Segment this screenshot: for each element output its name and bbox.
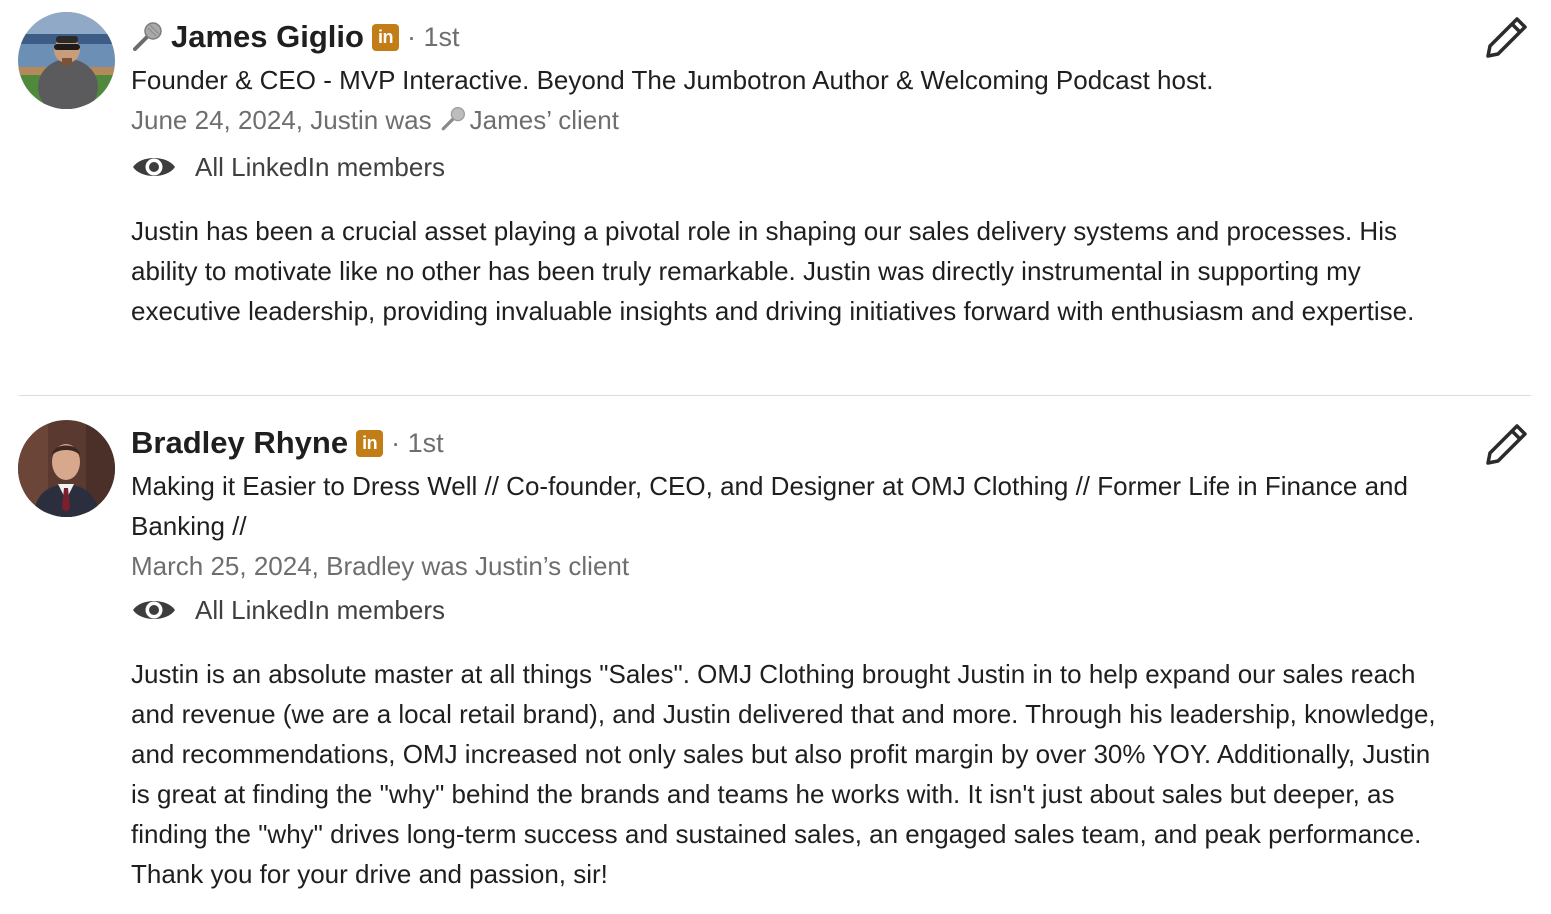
visibility-label: All LinkedIn members — [195, 594, 445, 625]
recommender-name[interactable]: Bradley Rhyne — [131, 425, 348, 461]
edit-button[interactable] — [1485, 422, 1529, 466]
recommender-name[interactable]: James Giglio — [171, 19, 364, 55]
relationship-line: June 24, 2024, Justin was James’ client — [131, 100, 1456, 143]
relationship-suffix: James’ client — [469, 105, 619, 135]
eye-icon — [131, 595, 177, 625]
linkedin-icon: in — [356, 429, 384, 457]
relationship-prefix: June 24, 2024, Justin was — [131, 105, 432, 135]
recommendation-content: Bradley Rhyne in · 1st Making it Easier … — [131, 420, 1456, 894]
microphone-icon — [131, 21, 163, 53]
avatar-image — [18, 420, 115, 517]
avatar-image — [18, 12, 115, 109]
connection-degree: · 1st — [391, 427, 444, 458]
recommender-headline: Making it Easier to Dress Well // Co-fou… — [131, 471, 1408, 541]
name-row: Bradley Rhyne in · 1st — [131, 420, 1456, 466]
visibility-row: All LinkedIn members — [131, 143, 1456, 191]
recommendation-text: Justin is an absolute master at all thin… — [131, 659, 1436, 889]
divider — [19, 395, 1531, 396]
visibility-label: All LinkedIn members — [195, 151, 445, 182]
recommendation-card: Bradley Rhyne in · 1st Making it Easier … — [0, 397, 1551, 914]
recommendation-text: Justin has been a crucial asset playing … — [131, 216, 1415, 326]
edit-button[interactable] — [1485, 15, 1529, 59]
recommender-headline: Founder & CEO - MVP Interactive. Beyond … — [131, 65, 1214, 95]
visibility-row: All LinkedIn members — [131, 586, 1456, 634]
relationship-line: March 25, 2024, Bradley was Justin’s cli… — [131, 551, 630, 581]
avatar[interactable] — [18, 12, 115, 109]
avatar[interactable] — [18, 420, 115, 517]
name-row: James Giglio in · 1st — [131, 14, 1456, 60]
pencil-icon — [1486, 17, 1527, 58]
microphone-icon — [440, 103, 466, 143]
connection-degree: · 1st — [406, 21, 460, 52]
linkedin-icon: in — [371, 23, 399, 51]
recommendation-content: James Giglio in · 1st Founder & CEO - MV… — [131, 14, 1456, 331]
eye-icon — [131, 152, 177, 182]
recommendation-card: James Giglio in · 1st Founder & CEO - MV… — [0, 0, 1551, 395]
pencil-icon — [1486, 424, 1527, 465]
